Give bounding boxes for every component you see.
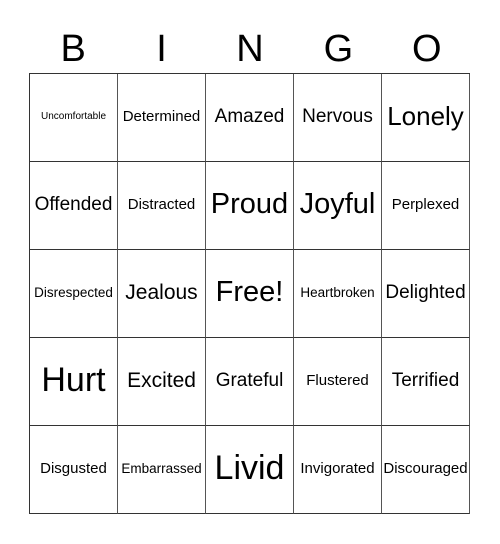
- bingo-cell[interactable]: Lonely: [382, 74, 470, 162]
- bingo-cell[interactable]: Livid: [206, 426, 294, 514]
- bingo-cell[interactable]: Grateful: [206, 338, 294, 426]
- bingo-cell[interactable]: Disrespected: [30, 250, 118, 338]
- header-letter-i: I: [156, 28, 167, 70]
- bingo-cell[interactable]: Delighted: [382, 250, 470, 338]
- bingo-cell[interactable]: Flustered: [294, 338, 382, 426]
- header-letter-g: G: [323, 28, 354, 70]
- bingo-cell[interactable]: Invigorated: [294, 426, 382, 514]
- header-letter-n: N: [236, 28, 264, 70]
- bingo-cell[interactable]: Disgusted: [30, 426, 118, 514]
- bingo-cell[interactable]: Offended: [30, 162, 118, 250]
- bingo-grid: Uncomfortable Determined Amazed Nervous …: [29, 73, 470, 514]
- bingo-cell[interactable]: Amazed: [206, 74, 294, 162]
- bingo-cell[interactable]: Nervous: [294, 74, 382, 162]
- bingo-header: B I N G O: [29, 26, 471, 72]
- free-space-cell[interactable]: Free!: [206, 250, 294, 338]
- bingo-cell[interactable]: Joyful: [294, 162, 382, 250]
- bingo-cell[interactable]: Terrified: [382, 338, 470, 426]
- bingo-cell[interactable]: Jealous: [118, 250, 206, 338]
- bingo-cell[interactable]: Discouraged: [382, 426, 470, 514]
- bingo-cell[interactable]: Perplexed: [382, 162, 470, 250]
- bingo-cell[interactable]: Uncomfortable: [30, 74, 118, 162]
- bingo-cell[interactable]: Proud: [206, 162, 294, 250]
- bingo-cell[interactable]: Embarrassed: [118, 426, 206, 514]
- bingo-cell[interactable]: Hurt: [30, 338, 118, 426]
- header-letter-b: B: [60, 28, 86, 70]
- bingo-cell[interactable]: Distracted: [118, 162, 206, 250]
- header-letter-o: O: [411, 28, 442, 70]
- bingo-cell[interactable]: Heartbroken: [294, 250, 382, 338]
- bingo-cell[interactable]: Determined: [118, 74, 206, 162]
- bingo-cell[interactable]: Excited: [118, 338, 206, 426]
